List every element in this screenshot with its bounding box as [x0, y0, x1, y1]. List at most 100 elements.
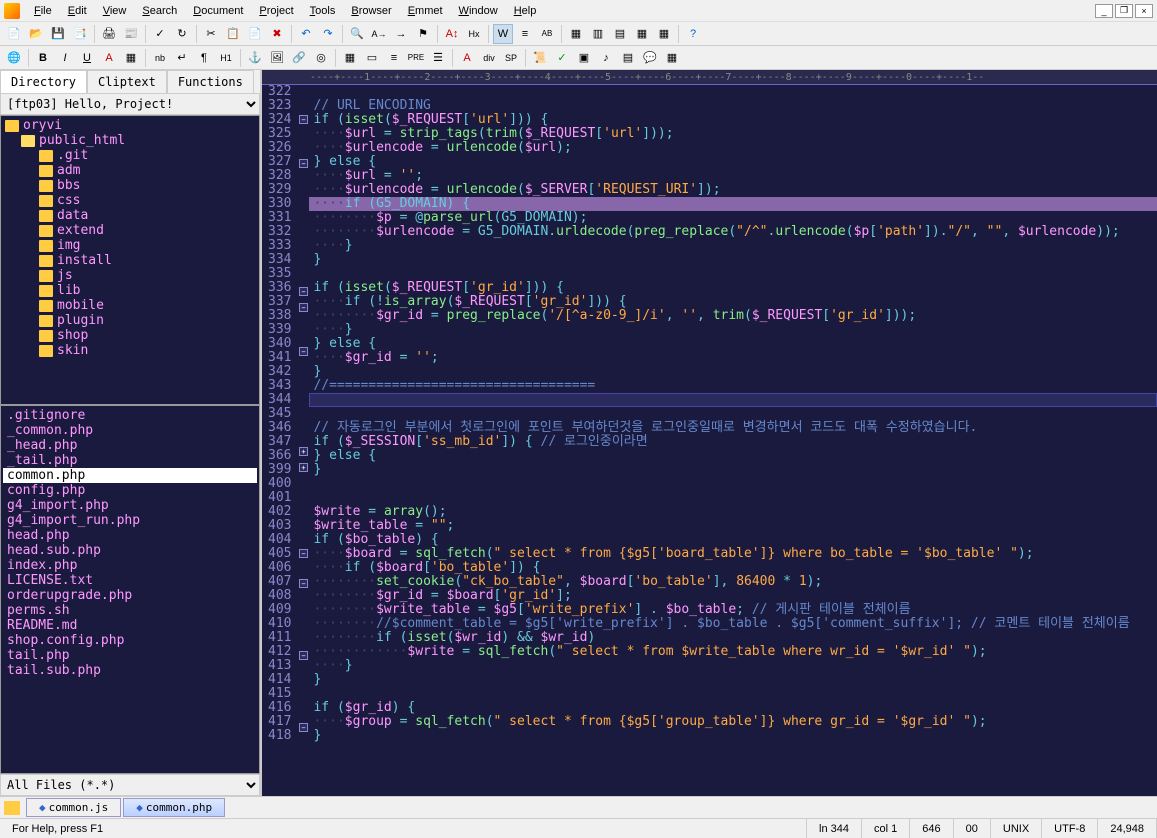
file-item[interactable]: perms.sh [3, 603, 257, 618]
bold-icon[interactable]: B [33, 48, 53, 68]
browser-icon[interactable]: 🌐 [4, 48, 24, 68]
link-icon[interactable]: 🔗 [289, 48, 309, 68]
tree-item[interactable]: data [3, 208, 257, 223]
anchor-icon[interactable]: ⚓ [245, 48, 265, 68]
file-item[interactable]: _common.php [3, 423, 257, 438]
tree-item[interactable]: oryvi [3, 118, 257, 133]
help-icon[interactable]: ? [683, 24, 703, 44]
tree-item[interactable]: skin [3, 343, 257, 358]
project-selector[interactable]: [ftp03] Hello, Project! [0, 93, 260, 115]
tag-icon[interactable]: ▦ [662, 48, 682, 68]
close-button[interactable]: × [1135, 4, 1153, 18]
tree-item[interactable]: js [3, 268, 257, 283]
file-item[interactable]: _head.php [3, 438, 257, 453]
menu-edit[interactable]: Edit [60, 2, 95, 20]
file-filter[interactable]: All Files (*.*) [0, 774, 260, 796]
copy-icon[interactable]: 📋 [223, 24, 243, 44]
spellcheck-icon[interactable]: ✓ [150, 24, 170, 44]
para-icon[interactable]: ¶ [194, 48, 214, 68]
editor-tab[interactable]: ◆common.php [123, 798, 225, 817]
panel3-icon[interactable]: ▤ [610, 24, 630, 44]
file-item[interactable]: LICENSE.txt [3, 573, 257, 588]
menu-project[interactable]: Project [251, 2, 301, 20]
menu-help[interactable]: Help [506, 2, 545, 20]
file-item[interactable]: common.php [3, 468, 257, 483]
tree-item[interactable]: shop [3, 328, 257, 343]
menu-file[interactable]: File [26, 2, 60, 20]
menu-document[interactable]: Document [185, 2, 251, 20]
tree-item[interactable]: install [3, 253, 257, 268]
save-icon[interactable]: 💾 [48, 24, 68, 44]
open-file-icon[interactable]: 📂 [26, 24, 46, 44]
file-item[interactable]: shop.config.php [3, 633, 257, 648]
table-icon[interactable]: ▦ [340, 48, 360, 68]
file-item[interactable]: head.php [3, 528, 257, 543]
save-all-icon[interactable]: 📑 [70, 24, 90, 44]
nbsp-icon[interactable]: nb [150, 48, 170, 68]
restore-button[interactable]: ❐ [1115, 4, 1133, 18]
file-item[interactable]: tail.php [3, 648, 257, 663]
heading-icon[interactable]: H1 [216, 48, 236, 68]
hex-icon[interactable]: Hx [464, 24, 484, 44]
underline-icon[interactable]: U [77, 48, 97, 68]
directory-tree[interactable]: oryvipublic_html.gitadmbbscssdataextendi… [0, 115, 260, 405]
menu-view[interactable]: View [95, 2, 135, 20]
script-icon[interactable]: 📜 [530, 48, 550, 68]
doc-icon[interactable]: ▤ [618, 48, 638, 68]
delete-icon[interactable]: ✖ [267, 24, 287, 44]
folder-icon[interactable] [4, 801, 20, 815]
font-tag-icon[interactable]: A [457, 48, 477, 68]
goto-icon[interactable]: → [391, 24, 411, 44]
side-tab-functions[interactable]: Functions [167, 70, 254, 93]
div-icon[interactable]: div [479, 48, 499, 68]
menu-emmet[interactable]: Emmet [400, 2, 451, 20]
undo-icon[interactable]: ↶ [296, 24, 316, 44]
tree-item[interactable]: public_html [3, 133, 257, 148]
file-item[interactable]: README.md [3, 618, 257, 633]
file-item[interactable]: .gitignore [3, 408, 257, 423]
file-item[interactable]: head.sub.php [3, 543, 257, 558]
panel5-icon[interactable]: ▦ [654, 24, 674, 44]
charset-icon[interactable]: AB [537, 24, 557, 44]
tree-item[interactable]: lib [3, 283, 257, 298]
print-icon[interactable]: 🖨 [99, 24, 119, 44]
print-preview-icon[interactable]: 📰 [121, 24, 141, 44]
minimize-button[interactable]: _ [1095, 4, 1113, 18]
br-icon[interactable]: ↵ [172, 48, 192, 68]
wrap-icon[interactable]: W [493, 24, 513, 44]
side-tab-directory[interactable]: Directory [0, 70, 87, 93]
tree-item[interactable]: .git [3, 148, 257, 163]
palette-icon[interactable]: ▦ [121, 48, 141, 68]
panel1-icon[interactable]: ▦ [566, 24, 586, 44]
file-item[interactable]: config.php [3, 483, 257, 498]
color-icon[interactable]: A [99, 48, 119, 68]
menu-tools[interactable]: Tools [302, 2, 344, 20]
bookmark-icon[interactable]: ⚑ [413, 24, 433, 44]
file-item[interactable]: tail.sub.php [3, 663, 257, 678]
font-icon[interactable]: A↕ [442, 24, 462, 44]
file-item[interactable]: index.php [3, 558, 257, 573]
editor-tab[interactable]: ◆common.js [26, 798, 121, 817]
comment-icon[interactable]: 💬 [640, 48, 660, 68]
refresh-icon[interactable]: ↻ [172, 24, 192, 44]
italic-icon[interactable]: I [55, 48, 75, 68]
panel2-icon[interactable]: ▥ [588, 24, 608, 44]
new-file-icon[interactable]: 📄 [4, 24, 24, 44]
file-item[interactable]: g4_import_run.php [3, 513, 257, 528]
cut-icon[interactable]: ✂ [201, 24, 221, 44]
tree-item[interactable]: css [3, 193, 257, 208]
audio-icon[interactable]: ♪ [596, 48, 616, 68]
tree-item[interactable]: plugin [3, 313, 257, 328]
check-icon[interactable]: ✓ [552, 48, 572, 68]
file-item[interactable]: _tail.php [3, 453, 257, 468]
target-icon[interactable]: ◎ [311, 48, 331, 68]
side-tab-cliptext[interactable]: Cliptext [87, 70, 167, 93]
center-icon[interactable]: ≡ [384, 48, 404, 68]
file-item[interactable]: g4_import.php [3, 498, 257, 513]
image-icon[interactable]: 🖼 [267, 48, 287, 68]
form-icon[interactable]: ▭ [362, 48, 382, 68]
menu-browser[interactable]: Browser [343, 2, 399, 20]
menu-window[interactable]: Window [451, 2, 506, 20]
span-icon[interactable]: SP [501, 48, 521, 68]
paste-icon[interactable]: 📄 [245, 24, 265, 44]
